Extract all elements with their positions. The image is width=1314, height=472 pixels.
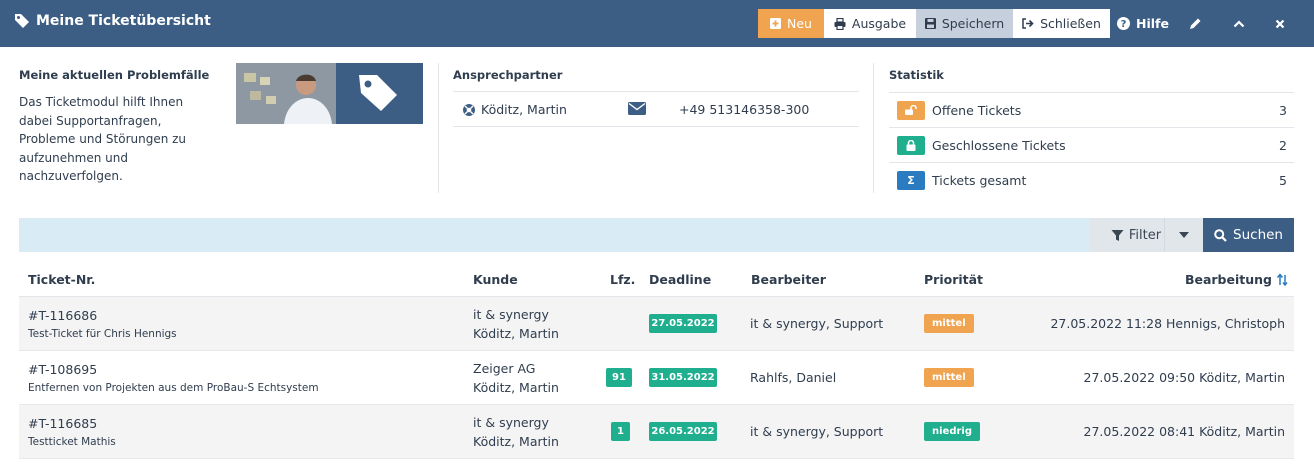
stat-open-tickets[interactable]: Offene Tickets 3 — [889, 92, 1294, 127]
plus-square-icon — [770, 18, 782, 29]
sigma-icon: Σ — [897, 170, 925, 190]
help-button-label: Hilfe — [1136, 16, 1169, 31]
lfz-badge: 91 — [606, 368, 632, 387]
filter-dropdown-button[interactable] — [1164, 218, 1203, 252]
pencil-icon — [1189, 18, 1200, 29]
sort-icon — [1277, 273, 1288, 286]
deadline-badge: 26.05.2022 — [649, 422, 717, 441]
stats-heading: Statistik — [889, 68, 944, 82]
filter-bar: Filter Suchen — [19, 218, 1294, 252]
stat-closed-tickets[interactable]: Geschlossene Tickets 2 — [889, 127, 1294, 162]
hero-image — [236, 63, 423, 124]
mail-button[interactable] — [628, 102, 646, 119]
ticket-number[interactable]: #T-108695 — [28, 362, 97, 377]
page-title: Meine Ticketübersicht — [14, 13, 211, 29]
sign-out-icon — [1022, 18, 1034, 29]
caret-down-icon — [1179, 232, 1189, 238]
search-icon — [1214, 228, 1227, 242]
column-header-kunde[interactable]: Kunde — [473, 272, 518, 287]
contact-heading: Ansprechpartner — [453, 68, 563, 82]
column-header-bearbeitung[interactable]: Bearbeitung — [1185, 272, 1289, 287]
customer-name: it & synergy — [473, 307, 549, 322]
new-button[interactable]: Neu — [758, 9, 824, 38]
stat-label: Offene Tickets — [932, 102, 1022, 118]
close-view-button-label: Schließen — [1040, 16, 1101, 31]
question-circle-icon: ? — [1117, 17, 1131, 30]
ticket-number[interactable]: #T-116685 — [28, 416, 97, 431]
column-header-deadline[interactable]: Deadline — [649, 272, 711, 287]
search-button[interactable]: Suchen — [1203, 218, 1294, 252]
contact-phone[interactable]: +49 513146358-300 — [679, 102, 809, 117]
svg-text:?: ? — [1121, 19, 1127, 30]
stat-value: 2 — [1279, 137, 1287, 153]
customer-contact: Köditz, Martin — [473, 380, 559, 395]
print-icon — [834, 17, 846, 30]
editor: it & synergy, Support — [750, 316, 884, 331]
search-button-label: Suchen — [1233, 227, 1283, 243]
priority-badge: mittel — [924, 314, 974, 333]
divider — [873, 63, 874, 193]
editor: it & synergy, Support — [750, 424, 884, 439]
column-header-bearbeitung-label: Bearbeitung — [1184, 272, 1272, 287]
deadline-badge: 27.05.2022 — [649, 314, 717, 333]
stat-value: 5 — [1279, 172, 1287, 188]
tag-icon — [15, 14, 29, 28]
edit-button[interactable] — [1180, 9, 1210, 38]
page-title-text: Meine Ticketübersicht — [36, 13, 211, 29]
ticket-subject: Testticket Mathis — [28, 436, 116, 448]
column-header-ticket-nr[interactable]: Ticket-Nr. — [28, 272, 95, 287]
ticket-subject: Test-Ticket für Chris Hennigs — [28, 328, 177, 340]
stat-label: Tickets gesamt — [932, 172, 1027, 188]
output-button-label: Ausgabe — [851, 16, 907, 31]
divider — [438, 63, 439, 193]
priority-badge: mittel — [924, 368, 974, 387]
close-icon — [1275, 19, 1285, 28]
ticket-number[interactable]: #T-116686 — [28, 308, 97, 323]
filter-button-label: Filter — [1128, 227, 1162, 243]
title-bar: Meine Ticketübersicht Neu Ausgabe Speich… — [0, 0, 1314, 47]
collapse-button[interactable] — [1224, 9, 1254, 38]
contact-name[interactable]: Köditz, Martin — [463, 102, 567, 117]
customer-name: Zeiger AG — [473, 361, 536, 376]
chevron-up-icon — [1233, 19, 1245, 27]
contact-row: Köditz, Martin +49 513146358-300 — [453, 91, 859, 127]
deadline-badge: 31.05.2022 — [649, 368, 717, 387]
funnel-icon — [1111, 229, 1124, 241]
customer-contact: Köditz, Martin — [473, 434, 559, 449]
table-row[interactable]: #T-108695 Entfernen von Projekten aus de… — [19, 351, 1294, 405]
last-edit: 27.05.2022 08:41 Köditz, Martin — [1083, 424, 1285, 439]
envelope-icon — [628, 102, 646, 115]
lfz-badge: 1 — [611, 422, 630, 441]
ticket-subject: Entfernen von Projekten aus dem ProBau-S… — [28, 382, 319, 394]
intro-heading: Meine aktuellen Problemfälle — [19, 68, 210, 82]
column-header-bearbeiter[interactable]: Bearbeiter — [751, 272, 826, 287]
stat-value: 3 — [1279, 102, 1287, 118]
editor: Rahlfs, Daniel — [750, 370, 837, 385]
priority-badge: niedrig — [924, 422, 981, 441]
stat-label: Geschlossene Tickets — [932, 137, 1066, 153]
last-edit: 27.05.2022 11:28 Hennigs, Christoph — [1050, 316, 1285, 331]
hero-illustration — [236, 63, 423, 124]
lock-icon — [897, 135, 925, 155]
column-header-lfz[interactable]: Lfz. — [610, 272, 635, 287]
new-button-label: Neu — [787, 16, 812, 31]
table-row[interactable]: #T-116686 Test-Ticket für Chris Hennigs … — [19, 297, 1294, 351]
last-edit: 27.05.2022 09:50 Köditz, Martin — [1083, 370, 1285, 385]
save-button-label: Speichern — [941, 16, 1005, 31]
customer-name: it & synergy — [473, 415, 549, 430]
unlock-icon — [897, 100, 925, 120]
customer-contact: Köditz, Martin — [473, 326, 559, 341]
close-button[interactable] — [1265, 9, 1295, 38]
floppy-icon — [924, 18, 936, 29]
table-row[interactable]: #T-116685 Testticket Mathis it & synergy… — [19, 405, 1294, 459]
close-view-button[interactable]: Schließen — [1013, 9, 1110, 38]
column-header-prioritaet[interactable]: Priorität — [924, 272, 983, 287]
help-button[interactable]: ? Hilfe — [1114, 9, 1172, 38]
output-button[interactable]: Ausgabe — [824, 9, 916, 38]
save-button[interactable]: Speichern — [916, 9, 1013, 38]
contact-name-text: Köditz, Martin — [481, 102, 567, 117]
support-icon — [463, 103, 475, 116]
stat-total-tickets[interactable]: Σ Tickets gesamt 5 — [889, 162, 1294, 197]
intro-text: Das Ticketmodul hilft Ihnen dabei Suppor… — [19, 95, 187, 183]
